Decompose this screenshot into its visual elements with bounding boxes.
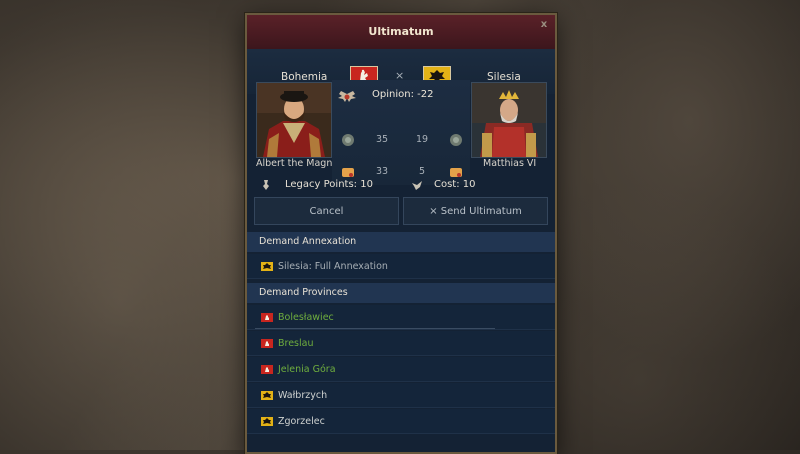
province-label: Bolesławiec	[278, 312, 334, 323]
bohemia-flag-icon	[261, 365, 273, 374]
silesia-flag-icon	[261, 417, 273, 426]
relations-panel: Opinion: -22 35 19 33 5	[332, 80, 470, 185]
dialog-title-bar: Ultimatum x	[247, 15, 555, 50]
cost-value: Cost: 10	[434, 179, 476, 190]
legacy-points: Legacy Points: 10	[285, 179, 373, 190]
left-army-value: 35	[375, 134, 389, 145]
right-ruler-name: Matthias VI	[483, 158, 537, 169]
annexation-label: Silesia: Full Annexation	[278, 261, 388, 272]
legacy-icon	[263, 180, 269, 190]
army-shield-icon	[342, 134, 354, 146]
demand-annexation-header: Demand Annexation	[247, 232, 555, 252]
close-icon[interactable]: x	[539, 20, 549, 30]
province-item[interactable]: Wałbrzych	[247, 383, 555, 408]
left-ruler-portrait[interactable]	[256, 82, 332, 158]
row-divider	[255, 328, 495, 329]
opinion-wings-icon	[338, 91, 356, 102]
dove-icon	[412, 181, 422, 190]
silesia-flag-icon	[261, 391, 273, 400]
province-item[interactable]: Breslau	[247, 331, 555, 356]
bohemia-flag-icon	[261, 339, 273, 348]
province-label: Wałbrzych	[278, 390, 328, 401]
ultimatum-dialog: Ultimatum x Bohemia × Silesia Albert the…	[245, 13, 557, 454]
province-label: Zgorzelec	[278, 416, 325, 427]
left-ruler-name: Albert the Magn…	[256, 158, 336, 169]
demand-provinces-header: Demand Provinces	[247, 283, 555, 303]
province-item[interactable]: Bolesławiec	[247, 305, 555, 330]
province-item[interactable]: Zgorzelec	[247, 409, 555, 434]
dialog-title: Ultimatum	[368, 25, 434, 38]
points-row: Legacy Points: 10 Cost: 10	[247, 175, 555, 197]
silesia-flag-icon	[261, 262, 273, 271]
right-ruler-portrait[interactable]	[471, 82, 547, 158]
army-shield-icon	[450, 134, 462, 146]
rulers-section: Albert the Magn… Opinion: -22 35 19 33 5…	[247, 80, 555, 190]
province-label: Jelenia Góra	[278, 364, 336, 375]
send-ultimatum-button[interactable]: × Send Ultimatum	[403, 197, 548, 225]
annexation-item[interactable]: Silesia: Full Annexation	[247, 254, 555, 279]
right-army-value: 19	[415, 134, 429, 145]
cancel-button[interactable]: Cancel	[254, 197, 399, 225]
bohemia-flag-icon	[261, 313, 273, 322]
province-label: Breslau	[278, 338, 314, 349]
province-item[interactable]: Jelenia Góra	[247, 357, 555, 382]
army-stat-row: 35 19	[332, 132, 470, 150]
opinion-value: Opinion: -22	[372, 89, 434, 100]
